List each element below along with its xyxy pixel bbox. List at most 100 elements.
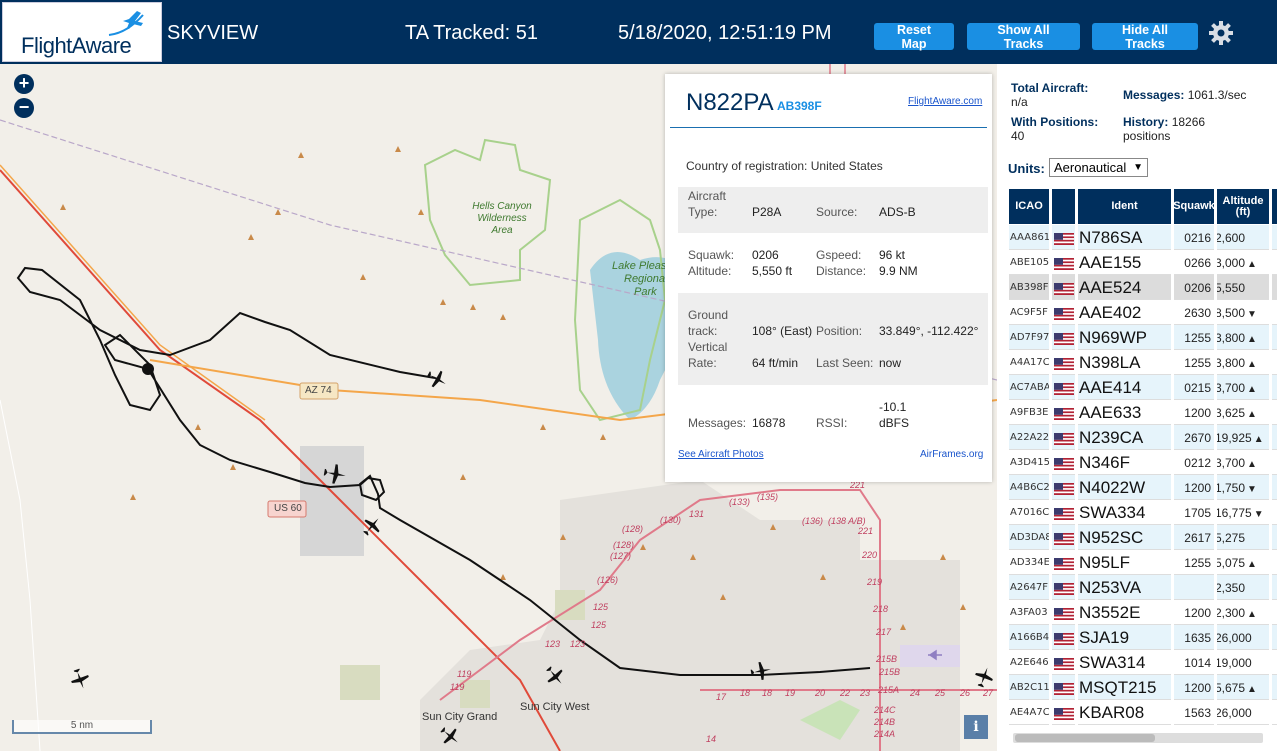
gear-icon[interactable] [1208, 20, 1234, 46]
row-altitude-value: 26,000 [1215, 631, 1252, 645]
column-divider [1214, 189, 1217, 749]
column-header-ident[interactable]: Ident [1078, 189, 1171, 224]
history-stat: History: 18266 positions [1123, 115, 1205, 143]
aircraft-icon-selected[interactable] [425, 367, 449, 391]
exit-label: (136) [802, 516, 824, 526]
hide-all-tracks-button[interactable]: Hide All Tracks [1092, 23, 1198, 51]
aircraft-icon[interactable] [749, 659, 773, 683]
row-altitude-value: 5,675 [1215, 681, 1246, 695]
units-select[interactable]: Aeronautical ▼ [1049, 158, 1148, 177]
app-title: SKYVIEW [167, 22, 259, 44]
exit-label: 18 [740, 688, 751, 698]
altitude-header-line-2: (ft) [1235, 205, 1251, 218]
row-altitude-value: 1,750 [1215, 481, 1246, 495]
row-altitude-trend-icon: ▲ [1247, 684, 1257, 695]
road-label-az74: AZ 74 [305, 385, 332, 396]
popup-section-aircraft: Aircraft Type: P28A Source: ADS-B [678, 187, 988, 233]
row-icao: AB398F [1010, 282, 1049, 293]
scrollbar-thumb[interactable] [1015, 734, 1155, 742]
row-ident: SWA334 [1079, 503, 1146, 522]
aircraft-type-label-2: Type: [688, 205, 718, 219]
row-squawk: 2670 [1184, 431, 1211, 445]
row-icao: A4A17C [1010, 357, 1050, 368]
vertical-rate-label: Vertical [688, 340, 728, 354]
column-divider [1075, 189, 1078, 749]
row-altitude-trend-icon: ▲ [1247, 609, 1257, 620]
row-altitude-value: 16,775 [1215, 506, 1252, 520]
exit-label: 119 [450, 682, 465, 692]
reset-map-button[interactable]: Reset Map [874, 23, 954, 51]
row-squawk: 1014 [1184, 656, 1211, 670]
aircraft-icon[interactable] [322, 461, 348, 487]
flightaware-logo[interactable]: FlightAware [2, 2, 162, 62]
zoom-out-button[interactable]: − [14, 98, 34, 118]
row-squawk: 1705 [1184, 506, 1211, 520]
zoom-in-button[interactable]: + [14, 74, 34, 94]
column-header-squawk[interactable]: Squawk [1173, 189, 1215, 224]
row-icao: AB2C11 [1010, 682, 1050, 693]
row-icao: A9FB3E [1010, 407, 1049, 418]
exit-label: 219 [867, 577, 883, 587]
airframes-link[interactable]: AirFrames.org [920, 449, 983, 460]
row-altitude-trend-icon: ▲ [1253, 434, 1264, 445]
aircraft-icon[interactable] [360, 514, 384, 538]
row-altitude: 16,775 ▼ [1215, 506, 1277, 520]
popup-section-movement: Ground track: 108° (East) Position: 33.8… [678, 293, 988, 385]
row-squawk: 1255 [1184, 356, 1211, 370]
vertical-rate-value: 64 ft/min [752, 356, 799, 370]
exit-label: (138 A/B) [828, 516, 866, 526]
aircraft-icon[interactable] [438, 724, 462, 748]
row-altitude: 26,000 [1215, 706, 1277, 720]
row-ident: N95LF [1079, 553, 1131, 572]
row-icao: ABE105 [1010, 257, 1050, 268]
row-icao: A2647F [1010, 582, 1049, 593]
row-altitude-value: 3,700 [1215, 456, 1246, 470]
exit-label: (126) [597, 575, 619, 585]
aircraft-icon[interactable] [972, 665, 996, 689]
us-flag-icon [1054, 482, 1074, 495]
us-flag-icon [1054, 607, 1074, 620]
row-altitude-value: 5,550 [1215, 281, 1246, 295]
info-button[interactable]: i [964, 715, 988, 739]
column-header-altitude[interactable]: Altitude (ft) [1217, 189, 1269, 224]
row-icao: A22A22 [1010, 432, 1050, 443]
aircraft-list-panel: Total Aircraft: n/a Messages: 1061.3/sec… [997, 64, 1277, 751]
show-all-tracks-button[interactable]: Show All Tracks [967, 23, 1080, 51]
row-icao: AE4A7C [1010, 707, 1050, 718]
row-icao: A4B6C2 [1010, 482, 1050, 493]
row-icao: A3FA03 [1010, 607, 1048, 618]
rssi-label: RSSI: [816, 416, 848, 430]
column-divider [1269, 189, 1272, 749]
row-altitude: 5,075 ▲ [1215, 556, 1277, 570]
column-header-icao[interactable]: ICAO [1009, 189, 1049, 224]
exit-label: 214B [874, 717, 896, 727]
row-icao: A2E646 [1010, 657, 1049, 668]
row-altitude-value: 19,925 [1215, 431, 1252, 445]
aircraft-photos-link[interactable]: See Aircraft Photos [678, 449, 764, 460]
row-squawk: 1255 [1184, 556, 1211, 570]
row-altitude-value: 19,000 [1215, 656, 1252, 670]
popup-ident: N822PA [686, 89, 774, 116]
flightaware-link[interactable]: FlightAware.com [908, 96, 982, 107]
exit-label: (135) [757, 492, 779, 502]
row-altitude-value: 2,600 [1215, 231, 1246, 245]
aircraft-icon[interactable] [543, 664, 567, 688]
exit-label: 131 [689, 509, 705, 519]
row-altitude-trend-icon: ▲ [1247, 359, 1257, 370]
us-flag-icon [1054, 507, 1074, 520]
row-altitude: 5,675 ▲ [1215, 681, 1277, 695]
aircraft-icon[interactable] [68, 667, 92, 691]
row-squawk: 1200 [1184, 406, 1211, 420]
row-altitude: 3,625 ▲ [1215, 406, 1277, 420]
exit-label: 217 [876, 627, 892, 637]
exit-label: 23 [860, 688, 871, 698]
row-ident: AAE524 [1079, 278, 1142, 297]
exit-label: (128) [613, 540, 635, 550]
us-flag-icon [1054, 457, 1074, 470]
horizontal-scrollbar[interactable] [1013, 733, 1263, 743]
row-squawk: 0216 [1184, 231, 1211, 245]
column-header-flag [1052, 189, 1075, 224]
popup-icao[interactable]: AB398F [777, 99, 822, 113]
row-altitude-value: 3,000 [1215, 256, 1246, 270]
messages-rate-value: 1061.3/sec [1187, 88, 1247, 102]
